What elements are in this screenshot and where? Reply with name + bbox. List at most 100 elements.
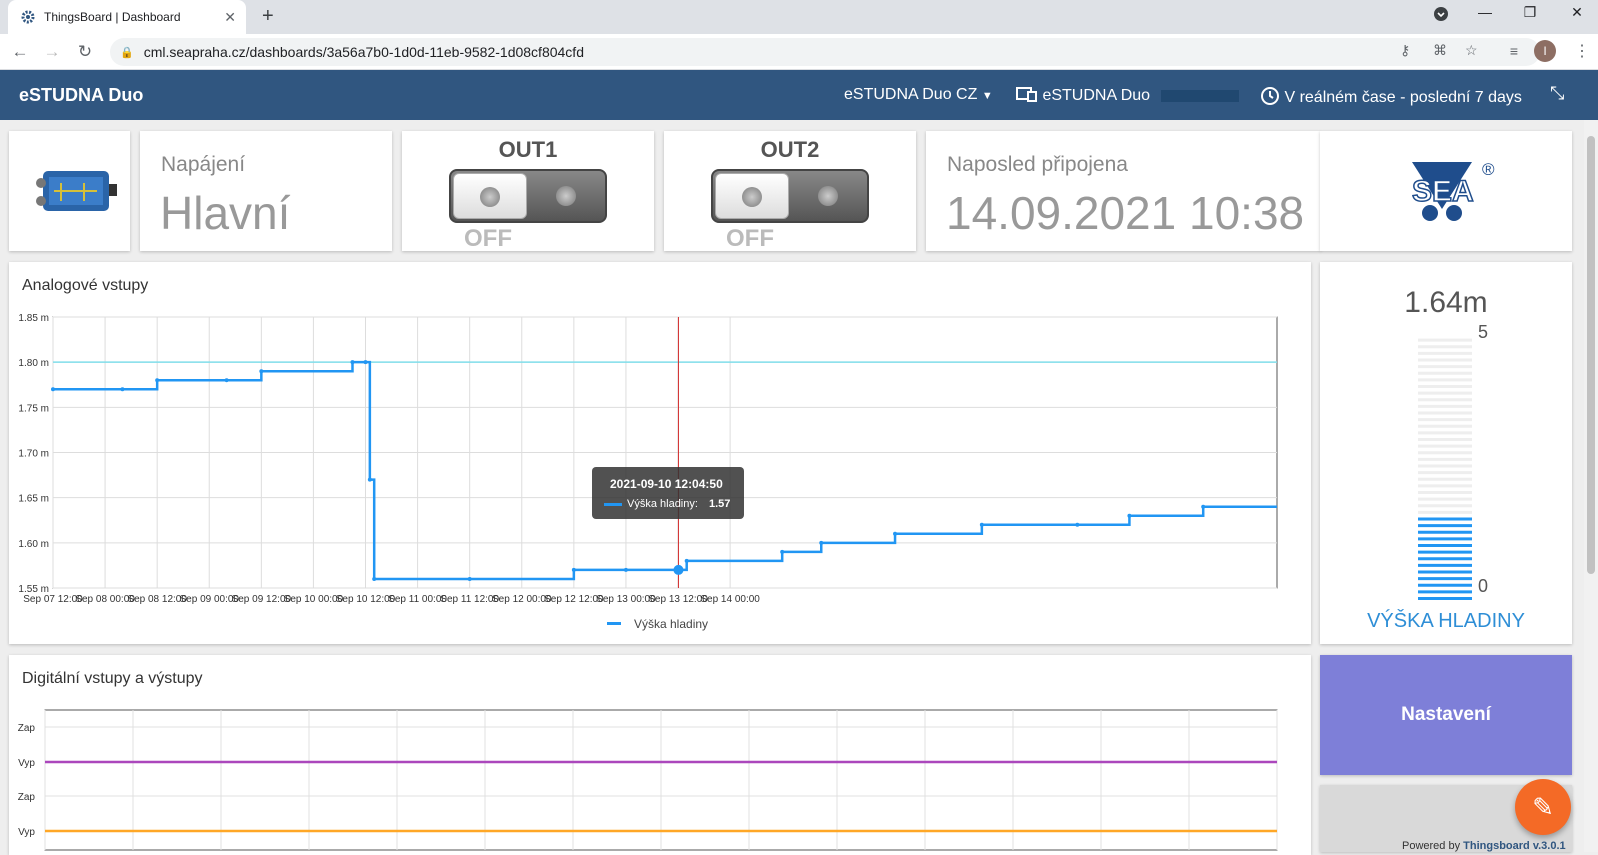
tab-close-icon[interactable]: ✕ [224, 9, 236, 26]
data-point [623, 567, 628, 572]
browser-tab-bar: ThingsBoard | Dashboard ✕ + — ❐ ✕ [0, 0, 1598, 34]
gauge-segment [1418, 431, 1472, 435]
gauge-segment [1418, 358, 1472, 362]
gauge-segment [1418, 418, 1472, 422]
device-select[interactable]: eSTUDNA Duo [1016, 86, 1239, 105]
tab-search-icon[interactable] [1426, 7, 1456, 24]
gauge-max-label: 5 [1478, 322, 1489, 342]
x-tick-label: Sep 08 00:00 [75, 594, 135, 605]
reading-list-icon[interactable]: ≡ [1504, 43, 1524, 59]
switch-knob [453, 173, 527, 219]
gauge-segment [1418, 365, 1472, 369]
y-tick-label: 1.80 m [18, 358, 49, 369]
y-tick-label: Vyp [18, 758, 35, 769]
gauge-segment [1418, 338, 1472, 342]
reload-icon[interactable]: ↻ [75, 42, 95, 62]
chevron-down-icon: ▼ [981, 90, 993, 102]
edit-fab-button[interactable]: ✎ [1515, 779, 1571, 835]
data-point [372, 576, 377, 581]
minimize-icon[interactable]: — [1470, 4, 1500, 20]
address-bar[interactable]: 🔒 cml.seapraha.cz/dashboards/3a56a7b0-1d… [110, 38, 1540, 66]
new-tab-button[interactable]: + [262, 5, 274, 28]
page-scrollbar[interactable] [1584, 120, 1598, 852]
avatar[interactable]: I [1534, 40, 1556, 62]
tooltip-swatch [604, 502, 622, 506]
out1-title: OUT1 [498, 137, 558, 162]
device-icon [1016, 87, 1042, 104]
power-label: Napájení [161, 153, 246, 176]
tooltip-time: 2021-09-10 12:04:50 [610, 477, 723, 491]
out1-switch[interactable] [449, 169, 607, 223]
y-tick-label: 1.75 m [18, 403, 49, 414]
exit-fullscreen-icon[interactable]: ⤡ [1550, 83, 1564, 104]
x-tick-label: Sep 08 12:00 [127, 594, 187, 605]
data-point [51, 387, 55, 392]
close-window-icon[interactable]: ✕ [1562, 4, 1592, 21]
gauge-segment [1418, 510, 1472, 514]
y-tick-label: 1.70 m [18, 449, 49, 460]
tooltip-row: Výška hladiny: 1.57 [604, 498, 730, 510]
gauge-segment [1418, 451, 1472, 455]
y-tick-label: 1.85 m [18, 313, 49, 324]
gauge-segment [1418, 484, 1472, 488]
device-image-card [9, 131, 130, 251]
version-link[interactable]: Thingsboard v.3.0.1 [1463, 840, 1566, 852]
last-connected-value: 14.09.2021 10:38 [946, 187, 1305, 239]
gauge-segment [1418, 411, 1472, 415]
data-point [367, 477, 372, 482]
language-select[interactable]: eSTUDNA Duo CZ ▼ [844, 86, 993, 104]
clock-icon [1260, 87, 1284, 106]
power-value: Hlavní [160, 187, 291, 239]
legend-swatch [607, 622, 621, 625]
x-tick-label: Sep 13 12:00 [648, 594, 708, 605]
level-title: VÝŠKA HLADINY [1367, 610, 1525, 632]
browser-tab[interactable]: ThingsBoard | Dashboard ✕ [8, 0, 246, 34]
tooltip-series: Výška hladiny: [627, 498, 698, 510]
restore-icon[interactable]: ❐ [1515, 4, 1545, 21]
gauge-segment [1418, 371, 1472, 375]
lock-icon: 🔒 [120, 46, 134, 59]
gauge-min-label: 0 [1478, 576, 1489, 596]
analog-chart[interactable]: 1.55 m1.60 m1.65 m1.70 m1.75 m1.80 m1.85… [9, 262, 1311, 644]
bookmark-star-icon[interactable]: ☆ [1465, 42, 1478, 59]
gauge-segment [1418, 524, 1472, 528]
dashboard-header: eSTUDNA Duo eSTUDNA Duo CZ ▼ eSTUDNA Duo… [0, 70, 1598, 120]
timewindow-button[interactable]: V reálném čase - poslední 7 days [1260, 86, 1522, 107]
analog-chart-card: Analogové vstupy 1.55 m 1.60 m 1.65 m 1.70 … [9, 262, 1311, 644]
settings-button[interactable]: Nastavení [1320, 655, 1572, 775]
forward-icon[interactable]: → [42, 42, 62, 62]
digital-chart[interactable]: Zap Vyp Zap Vyp [9, 655, 1311, 855]
y-tick-label: 1.60 m [18, 539, 49, 550]
url-text: cml.seapraha.cz/dashboards/3a56a7b0-1d0d… [143, 44, 584, 60]
gauge-segment [1418, 391, 1472, 395]
last-connected-card: Naposled připojena 14.09.2021 10:38 [926, 131, 1321, 251]
gauge-segment [1418, 597, 1472, 600]
legend-label: Výška hladiny [634, 617, 708, 631]
gauge-segment [1418, 491, 1472, 494]
data-point [467, 576, 472, 581]
back-icon[interactable]: ← [10, 42, 30, 62]
gauge-segment [1418, 457, 1472, 461]
data-point [224, 378, 229, 383]
powered-by: Powered by Thingsboard v.3.0.1 [1402, 840, 1566, 852]
settings-label: Nastavení [1401, 704, 1491, 725]
gauge-segment [1418, 464, 1472, 468]
data-point [979, 522, 984, 527]
gauge-segment [1418, 563, 1472, 567]
pencil-icon: ✎ [1532, 792, 1554, 822]
digital-chart-card: Digitální vstupy a výstupy Zap Vyp Zap Vyp [9, 655, 1311, 855]
gauge-segment [1418, 385, 1472, 388]
menu-kebab-icon[interactable]: ⋮ [1574, 41, 1590, 61]
gauge-segment [1418, 530, 1472, 534]
out2-switch[interactable] [711, 169, 869, 223]
gauge-segment [1418, 398, 1472, 402]
scrollbar-thumb[interactable] [1587, 136, 1595, 574]
key-icon[interactable]: ⚷ [1400, 42, 1410, 59]
gauge-segment [1418, 404, 1472, 408]
timewindow-label: V reálném čase - poslední 7 days [1284, 89, 1522, 106]
translate-icon[interactable]: ⌘ [1433, 42, 1447, 59]
gauge-segment [1418, 345, 1472, 349]
x-tick-label: Sep 09 12:00 [232, 594, 292, 605]
y-tick-label: 1.65 m [18, 494, 49, 505]
data-point [571, 567, 576, 572]
